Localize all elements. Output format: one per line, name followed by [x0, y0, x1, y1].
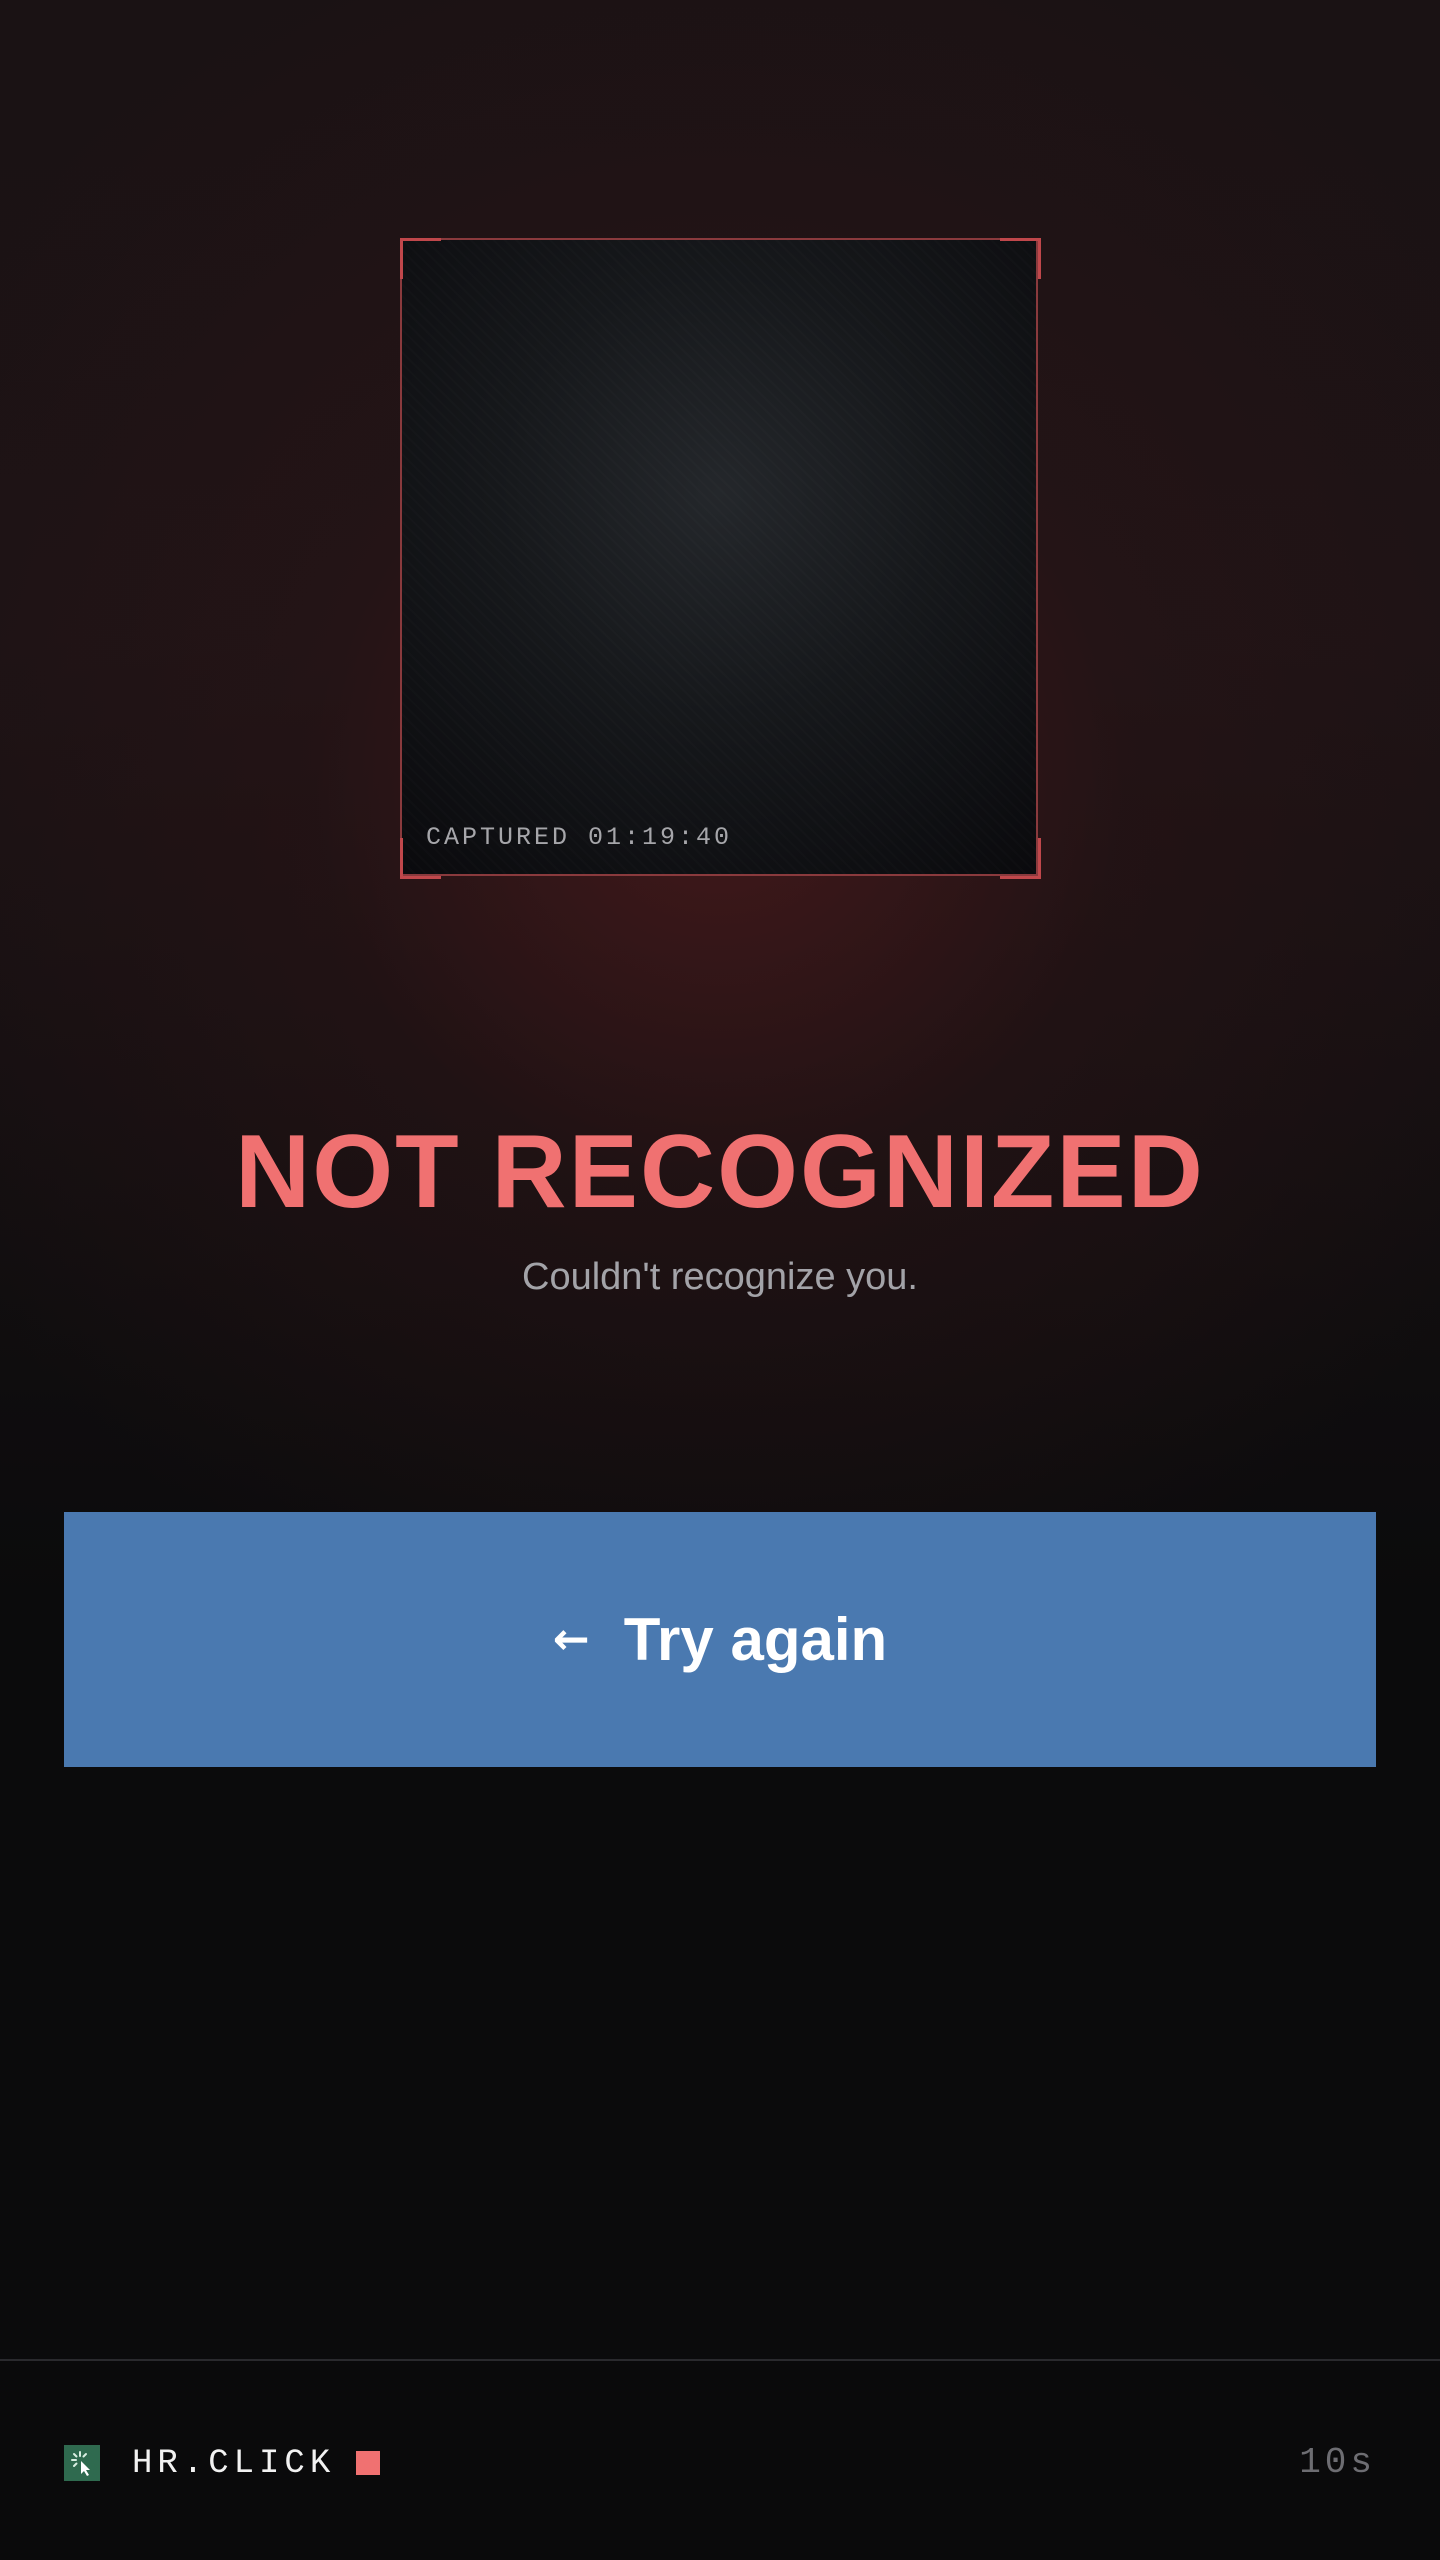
brand-name: HR.CLICK [132, 2445, 336, 2483]
frame-corner-top-left [400, 238, 441, 279]
countdown-timer: 10s [1299, 2442, 1376, 2483]
capture-preview: CAPTURED 01:19:40 [400, 238, 1038, 876]
frame-corner-top-right [1000, 238, 1041, 279]
try-again-button[interactable]: ← Try again [64, 1512, 1376, 1767]
frame-corner-bottom-left [400, 838, 441, 879]
try-again-label: Try again [623, 1605, 888, 1673]
capture-timestamp: CAPTURED 01:19:40 [426, 823, 733, 852]
status-title: NOT RECOGNIZED [235, 1114, 1205, 1230]
click-cursor-icon [64, 2445, 100, 2481]
frame-corner-bottom-right [1000, 838, 1041, 879]
footer-bar: HR.CLICK 10s [0, 2361, 1440, 2560]
arrow-left-icon: ← [552, 1613, 590, 1665]
status-indicator [356, 2451, 380, 2475]
status-message: Couldn't recognize you. [522, 1256, 918, 1298]
